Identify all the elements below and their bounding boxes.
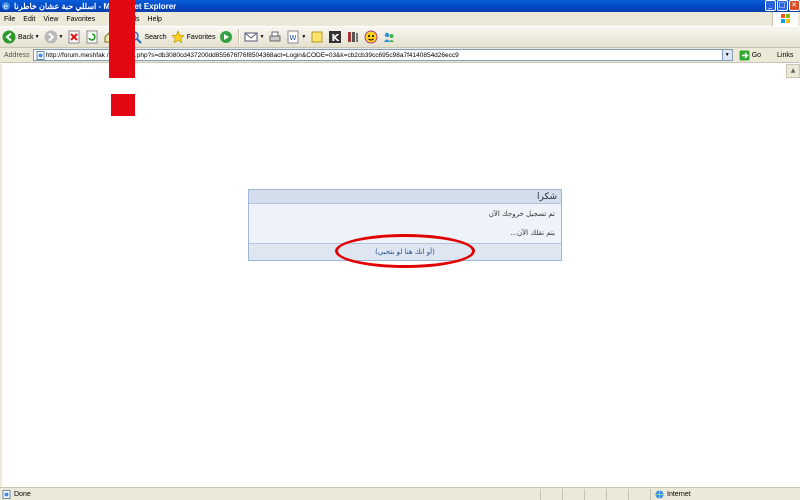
- maximize-button[interactable]: □: [776, 0, 788, 11]
- edit-button[interactable]: W ▼: [284, 27, 308, 47]
- print-button[interactable]: [266, 27, 284, 47]
- toolbar-separator: [238, 29, 240, 45]
- favorites-label: Favorites: [186, 33, 216, 41]
- address-label: Address: [4, 51, 30, 59]
- address-input[interactable]: http://forum.meshfak /net/index.php?s=db…: [32, 49, 733, 61]
- note-icon: [311, 31, 323, 43]
- favorites-button[interactable]: Favorites: [169, 27, 218, 47]
- k-icon: K: [329, 31, 342, 44]
- books-icon: [348, 32, 359, 42]
- forward-arrow-icon: [44, 30, 58, 44]
- status-cell: [562, 488, 584, 500]
- forward-button[interactable]: ▼: [42, 27, 66, 47]
- printer-icon: [269, 31, 281, 42]
- refresh-button[interactable]: [83, 27, 101, 47]
- mail-dropdown-icon[interactable]: ▼: [259, 34, 264, 40]
- message-title: شكرا: [249, 190, 561, 204]
- address-url: http://forum.meshfak /net/index.php?s=db…: [45, 51, 459, 59]
- done-page-icon: [2, 489, 11, 499]
- search-label: Search: [144, 33, 167, 41]
- window-controls: _ □ ✕: [764, 0, 800, 11]
- status-text: Done: [14, 490, 31, 498]
- zone-label: Internet: [667, 490, 691, 498]
- page-icon: [36, 51, 45, 60]
- menu-favorites[interactable]: Favorites: [62, 16, 99, 23]
- address-dropdown-icon[interactable]: ▼: [721, 50, 732, 60]
- links-button[interactable]: Links: [777, 52, 793, 59]
- scroll-up-button[interactable]: ▲: [786, 64, 800, 78]
- discuss-button[interactable]: [308, 27, 326, 47]
- word-icon: W: [287, 30, 299, 44]
- message-logged-out-text: تم تسجيل خروجك الآن: [488, 210, 555, 218]
- media-button[interactable]: [217, 27, 235, 47]
- mail-icon: [244, 32, 258, 42]
- stop-icon: [68, 30, 80, 44]
- annotation-circle: [335, 234, 475, 268]
- close-button[interactable]: ✕: [788, 0, 800, 11]
- status-bar: Done Internet: [0, 487, 800, 500]
- status-cell: [628, 488, 650, 500]
- forward-dropdown-icon[interactable]: ▼: [59, 34, 64, 40]
- window-title: اسللي حبة عشان خاطرنا - M Internet Explo…: [14, 1, 177, 11]
- status-cell: [584, 488, 606, 500]
- menu-edit[interactable]: Edit: [19, 16, 39, 23]
- menu-file[interactable]: File: [0, 16, 19, 23]
- exclamation-mark-dot: [111, 94, 135, 116]
- menu-help[interactable]: Help: [144, 16, 166, 23]
- svg-text:e: e: [3, 2, 8, 11]
- security-zone: Internet: [650, 488, 746, 500]
- messenger-button[interactable]: [362, 27, 380, 47]
- mail-button[interactable]: ▼: [242, 27, 266, 47]
- menu-view[interactable]: View: [39, 16, 62, 23]
- k-button[interactable]: K: [326, 27, 344, 47]
- ie-logo-icon: e: [2, 2, 10, 11]
- refresh-icon: [86, 30, 98, 44]
- windows-flag-icon: [772, 12, 798, 26]
- edit-dropdown-icon[interactable]: ▼: [301, 34, 306, 40]
- page-viewport: ▲: [0, 64, 800, 487]
- media-icon: [220, 31, 233, 43]
- stop-button[interactable]: [65, 27, 83, 47]
- back-label: Back: [18, 33, 34, 41]
- back-dropdown-icon[interactable]: ▼: [35, 34, 40, 40]
- smiley-icon: [364, 30, 378, 44]
- svg-text:K: K: [332, 33, 341, 44]
- status-cell: [540, 488, 562, 500]
- status-cell: [606, 488, 628, 500]
- people-icon: [384, 32, 395, 42]
- minimize-button[interactable]: _: [764, 0, 776, 11]
- exclamation-mark-bar: [109, 0, 135, 78]
- go-label: Go: [751, 51, 762, 59]
- globe-icon: [655, 490, 664, 498]
- go-arrow-icon: [739, 50, 750, 60]
- research-button[interactable]: [344, 27, 362, 47]
- svg-text:W: W: [290, 34, 297, 42]
- status-text-area: Done: [0, 489, 540, 499]
- back-arrow-icon: [2, 30, 16, 44]
- star-icon: [170, 30, 185, 44]
- go-button[interactable]: Go: [739, 50, 761, 61]
- back-button[interactable]: Back ▼: [0, 27, 42, 47]
- contacts-button[interactable]: [380, 27, 398, 47]
